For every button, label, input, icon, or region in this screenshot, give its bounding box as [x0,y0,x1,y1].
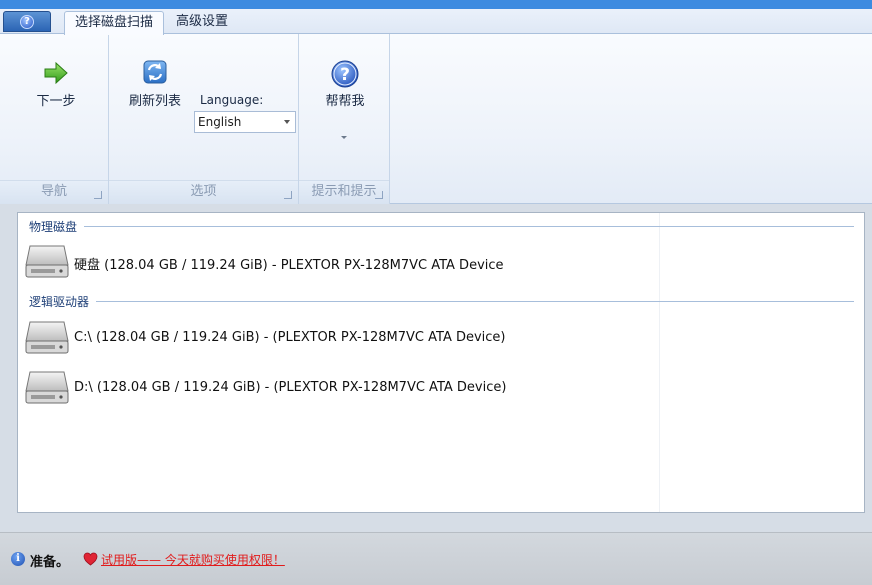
ribbon-group-navigation: 下一步 导航 [0,34,109,204]
status-text: 准备。 [30,555,70,570]
tab-advanced-settings[interactable]: 高级设置 [166,11,240,35]
dialog-launcher-icon[interactable] [94,191,102,199]
ribbon: 下一步 导航 刷新列表 Language: 选项 English ? 帮帮我 提… [0,34,872,204]
group-label-navigation: 导航 [40,184,67,199]
group-footer: 导航 [0,180,108,204]
info-icon: i [11,552,25,566]
chevron-down-icon [284,120,290,124]
section-title-logical: 逻辑驱动器 [29,295,90,309]
ribbon-group-tips: ? 帮帮我 提示和提示 [299,34,390,204]
next-step-button[interactable]: 下一步 [22,60,90,110]
help-circle-icon: ? [20,15,34,29]
dialog-launcher-icon[interactable] [375,191,383,199]
dropdown-arrow-icon[interactable] [341,136,347,139]
disk-list-panel: 物理磁盘 硬盘 (128.04 GB / 119.24 GiB) - PLEXT… [17,212,865,513]
green-arrow-right-icon [44,61,68,85]
section-divider [84,226,854,227]
group-footer: 提示和提示 [299,180,389,204]
help-icon: ? [331,60,359,88]
list-item-physical-disk[interactable]: 硬盘 (128.04 GB / 119.24 GiB) - PLEXTOR PX… [24,243,644,283]
language-select[interactable]: English [194,111,296,133]
next-step-label: 下一步 [36,94,76,109]
language-label: Language: [200,93,264,107]
hard-drive-icon [25,321,69,354]
refresh-list-button[interactable]: 刷新列表 [123,58,187,110]
language-selected-value: English [198,115,242,129]
refresh-list-label: 刷新列表 [128,94,181,109]
status-bar: i 准备。 试用版—— 今天就购买使用权限！ [0,532,872,585]
drive-label: D:\ (128.04 GB / 119.24 GiB) - (PLEXTOR … [74,380,507,395]
hard-drive-icon [25,371,69,404]
group-footer: 选项 [109,180,298,204]
app-menu-button[interactable]: ? [3,11,51,32]
refresh-icon [143,60,167,84]
drive-label: C:\ (128.04 GB / 119.24 GiB) - (PLEXTOR … [74,330,506,345]
section-divider [96,301,854,302]
list-item-drive-d[interactable]: D:\ (128.04 GB / 119.24 GiB) - (PLEXTOR … [24,369,644,409]
tab-select-disk-scan[interactable]: 选择磁盘扫描 [64,11,164,35]
list-item-drive-c[interactable]: C:\ (128.04 GB / 119.24 GiB) - (PLEXTOR … [24,319,644,359]
group-label-options: 选项 [190,184,217,199]
help-me-button[interactable]: ? 帮帮我 [313,59,377,111]
help-me-label: 帮帮我 [325,94,365,109]
svg-text:?: ? [340,65,350,85]
hard-drive-icon [25,245,69,278]
trial-purchase-link[interactable]: 试用版—— 今天就购买使用权限！ [101,551,285,568]
ribbon-tab-bar: ? 选择磁盘扫描 高级设置 [0,9,872,35]
window-top-strip [0,0,872,9]
section-title-physical: 物理磁盘 [29,220,78,234]
heart-icon [83,552,98,566]
column-divider [659,213,660,512]
disk-label: 硬盘 (128.04 GB / 119.24 GiB) - PLEXTOR PX… [74,258,504,273]
dialog-launcher-icon[interactable] [284,191,292,199]
